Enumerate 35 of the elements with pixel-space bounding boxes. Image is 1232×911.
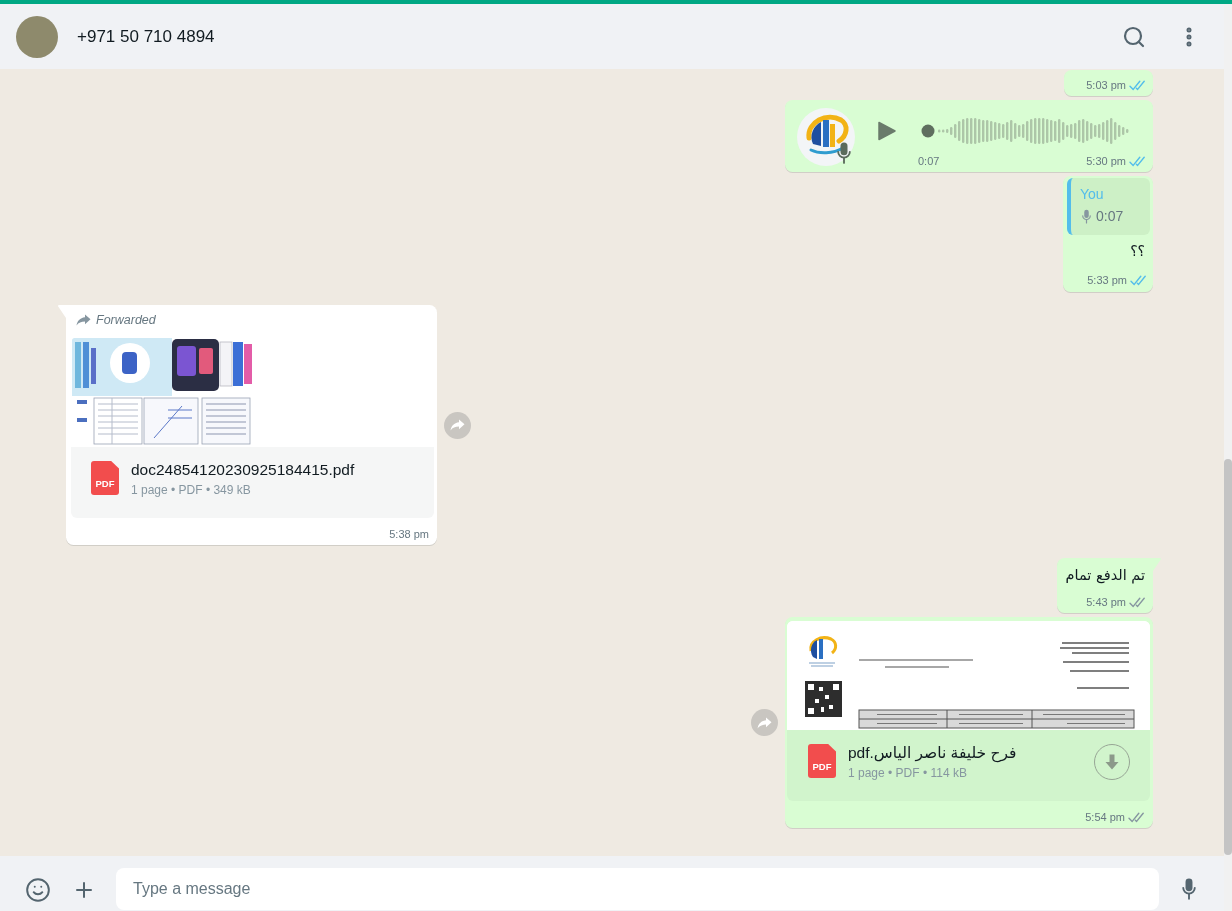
file-meta: 1 page • PDF • 349 kB (131, 482, 252, 498)
document-attachment[interactable]: PDF doc24854120230925184415.pdf 1 page • PDF • 349 kB (71, 447, 434, 518)
message-time: 5:54 pm (1085, 810, 1125, 825)
message-input[interactable]: Type a message (116, 868, 1159, 910)
file-name: doc24854120230925184415.pdf (131, 460, 355, 480)
voice-duration: 0:07 (918, 154, 940, 169)
file-meta: 1 page • PDF • 114 kB (848, 765, 968, 781)
message-time: 5:43 pm (1086, 595, 1126, 610)
mic-icon (837, 141, 851, 165)
playback-thumb[interactable] (921, 124, 935, 138)
emoji-icon[interactable] (25, 877, 51, 903)
mic-icon[interactable] (1182, 878, 1196, 900)
file-type-icon: PDF (91, 461, 119, 495)
message-text: تم الدفع تمام (1065, 566, 1145, 585)
message-text: ؟؟ (1130, 242, 1146, 261)
contact-avatar-photo[interactable] (16, 15, 58, 58)
quote-duration: 0:07 (1096, 207, 1124, 226)
message-time: 5:30 pm (1086, 154, 1126, 169)
logo-avatar (797, 108, 855, 166)
curved-arrow-icon (757, 716, 772, 729)
search-icon[interactable] (1122, 24, 1146, 49)
contact-name[interactable]: +971 50 710 4894 (77, 25, 215, 48)
message-time: 5:33 pm (1087, 273, 1127, 288)
file-name: فرح خليفة ناصر الياس.pdf (848, 743, 1017, 763)
quote-author: You (1080, 185, 1105, 203)
scrollbar-thumb[interactable] (1224, 459, 1232, 855)
message-time: 5:03 pm (1086, 78, 1126, 93)
quoted-message[interactable]: You 0:07 (1067, 178, 1150, 235)
forwarded-label: Forwarded (96, 312, 156, 328)
arrow-down-icon (1105, 754, 1119, 770)
file-type-icon: PDF (808, 744, 836, 778)
curved-arrow-icon (450, 419, 465, 431)
message-time: 5:38 pm (389, 527, 429, 542)
mic-icon (1082, 208, 1091, 224)
curved-arrow-icon (76, 314, 91, 326)
